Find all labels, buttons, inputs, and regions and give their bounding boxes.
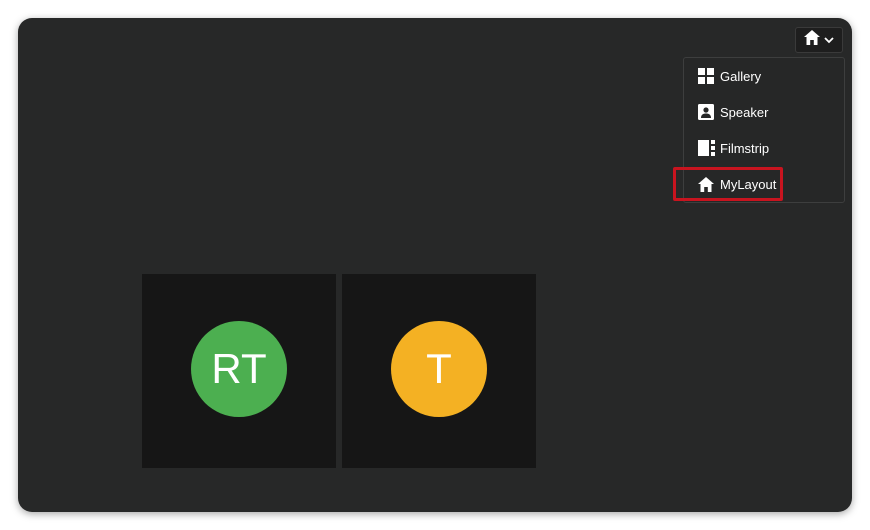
avatar: RT bbox=[191, 321, 287, 417]
gallery-grid-icon bbox=[697, 67, 715, 85]
chevron-down-icon bbox=[824, 31, 834, 49]
speaker-portrait-icon bbox=[697, 103, 715, 121]
meeting-window: Gallery Speaker Filmstrip MyLayout RT T bbox=[18, 18, 852, 512]
layout-menu: Gallery Speaker Filmstrip MyLayout bbox=[683, 57, 845, 203]
participant-tile[interactable]: T bbox=[342, 274, 536, 468]
menu-item-filmstrip[interactable]: Filmstrip bbox=[684, 130, 844, 166]
menu-item-mylayout[interactable]: MyLayout bbox=[684, 166, 844, 202]
participant-tile[interactable]: RT bbox=[142, 274, 336, 468]
menu-item-speaker[interactable]: Speaker bbox=[684, 94, 844, 130]
layout-toggle-button[interactable] bbox=[795, 27, 843, 53]
menu-item-label: Speaker bbox=[720, 104, 769, 120]
menu-item-label: MyLayout bbox=[720, 176, 777, 192]
menu-item-label: Filmstrip bbox=[720, 140, 770, 156]
home-icon bbox=[804, 30, 820, 50]
filmstrip-icon bbox=[697, 139, 715, 157]
avatar: T bbox=[391, 321, 487, 417]
home-icon bbox=[697, 175, 715, 193]
menu-item-gallery[interactable]: Gallery bbox=[684, 58, 844, 94]
menu-item-label: Gallery bbox=[720, 68, 762, 84]
